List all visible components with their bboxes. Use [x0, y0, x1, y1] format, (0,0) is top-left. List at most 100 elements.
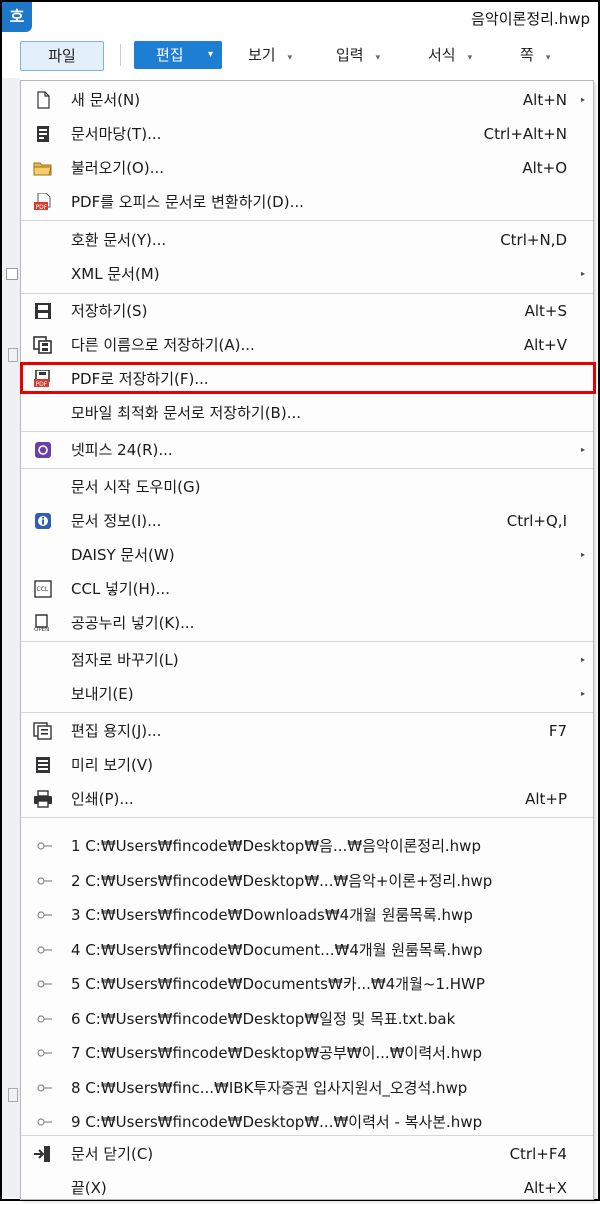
title-bar: 호 음악이론정리.hwp	[2, 2, 598, 32]
ruler-marker	[8, 348, 18, 362]
chevron-down-icon: ▾	[545, 53, 551, 63]
tab-format[interactable]: 서식 ▾	[428, 41, 472, 69]
menu-item-print[interactable]: 인쇄(P)... Alt+P	[21, 782, 593, 816]
recent-file-item[interactable]: 7 C:₩Users₩fincode₩Desktop₩공부₩이...₩이력서.h…	[21, 1036, 593, 1070]
menu-item-label: 새 문서(N)	[71, 91, 141, 109]
page-setup-icon	[33, 722, 52, 740]
recent-file-item[interactable]: 1 C:₩Users₩fincode₩Desktop₩음...₩음악이론정리.h…	[21, 829, 593, 863]
ruler-marker	[6, 268, 18, 280]
menu-item-insert-ccl[interactable]: CCL CCL 넣기(H)...	[21, 572, 593, 606]
recent-file-icon	[37, 1014, 52, 1023]
menu-item-label: CCL 넣기(H)...	[71, 580, 170, 598]
save-as-icon	[33, 336, 52, 354]
recent-file-path: 5 C:₩Users₩fincode₩Documents₩카...₩4개월~1.…	[71, 975, 485, 993]
recent-file-item[interactable]: 8 C:₩Users₩finc...₩IBK투자증권 입사지원서_오경석.hwp	[21, 1071, 593, 1105]
recent-file-item[interactable]: 4 C:₩Users₩fincode₩Document...₩4개월 원룸목록.…	[21, 933, 593, 967]
tab-view[interactable]: 보기 ▾	[248, 41, 292, 69]
tab-insert[interactable]: 입력 ▾	[336, 41, 380, 69]
menu-separator	[21, 712, 593, 713]
menu-item-templates[interactable]: 문서마당(T)... Ctrl+Alt+N	[21, 117, 593, 151]
svg-text:PDF: PDF	[36, 204, 48, 211]
open-license-icon: OPEN	[34, 614, 49, 632]
menu-item-document-wizard[interactable]: 문서 시작 도우미(G)	[21, 470, 593, 504]
recent-file-icon	[37, 876, 52, 885]
close-document-icon	[34, 1146, 50, 1162]
menu-item-preview[interactable]: 미리 보기(V)	[21, 748, 593, 782]
menu-item-label: 모바일 최적화 문서로 저장하기(B)...	[71, 404, 302, 422]
menu-item-label: 보내기(E)	[71, 685, 134, 703]
recent-file-icon	[37, 911, 52, 919]
menu-item-label: 인쇄(P)...	[71, 790, 134, 808]
recent-file-path: 3 C:₩Users₩fincode₩Downloads₩4개월 원룸목록.hw…	[71, 906, 473, 924]
tab-file[interactable]: 파일	[20, 41, 104, 71]
menu-item-open[interactable]: 불러오기(O)... Alt+O	[21, 151, 593, 185]
shortcut-text: Ctrl+F4	[509, 1145, 567, 1163]
menu-item-page-setup[interactable]: 편집 용지(J)... F7	[21, 714, 593, 748]
menu-item-label: PDF를 오피스 문서로 변환하기(D)...	[71, 193, 304, 211]
tab-view-label: 보기	[248, 46, 276, 64]
menu-item-label: 문서 시작 도우미(G)	[71, 478, 201, 496]
menu-item-daisy-document[interactable]: DAISY 문서(W) ▸	[21, 538, 593, 572]
menu-item-label: 호환 문서(Y)...	[71, 231, 167, 249]
chevron-down-icon: ▾	[467, 53, 473, 63]
menu-item-netffice[interactable]: 넷피스 24(R)... ▸	[21, 433, 593, 467]
menu-item-xml-document[interactable]: XML 문서(M) ▸	[21, 257, 593, 291]
shortcut-text: Alt+O	[522, 159, 567, 177]
shortcut-text: Ctrl+Alt+N	[483, 125, 567, 143]
tab-format-label: 서식	[428, 46, 456, 64]
menu-item-label: 넷피스 24(R)...	[71, 441, 173, 459]
print-icon	[34, 790, 52, 808]
menu-item-braille[interactable]: 점자로 바꾸기(L) ▸	[21, 643, 593, 677]
pdf-convert-icon: PDF	[34, 193, 51, 211]
menu-separator	[21, 1135, 593, 1136]
menu-item-label: 끝(X)	[71, 1179, 107, 1197]
recent-file-icon	[37, 1118, 52, 1126]
shortcut-text: Alt+P	[525, 790, 567, 808]
recent-file-item[interactable]: 3 C:₩Users₩fincode₩Downloads₩4개월 원룸목록.hw…	[21, 898, 593, 932]
menu-item-new-document[interactable]: 새 문서(N) Alt+N ▸	[21, 83, 593, 117]
menu-item-label: 다른 이름으로 저장하기(A)...	[71, 336, 255, 354]
recent-file-path: 4 C:₩Users₩fincode₩Document...₩4개월 원룸목록.…	[71, 940, 483, 959]
shortcut-text: Alt+S	[524, 302, 567, 320]
info-icon	[35, 513, 51, 529]
menu-item-label: 문서 닫기(C)	[71, 1145, 154, 1163]
document-ruler	[2, 78, 20, 1198]
document-title: 음악이론정리.hwp	[471, 10, 590, 28]
ccl-icon: CCL	[34, 580, 52, 598]
recent-file-item[interactable]: 6 C:₩Users₩fincode₩Desktop₩일정 및 목표.txt.b…	[21, 1002, 593, 1036]
menu-separator	[21, 468, 593, 469]
hancom-logo-icon[interactable]: 호	[2, 2, 32, 32]
recent-file-item[interactable]: 5 C:₩Users₩fincode₩Documents₩카...₩4개월~1.…	[21, 967, 593, 1001]
recent-file-icon	[37, 1049, 52, 1057]
recent-file-path: 9 C:₩Users₩fincode₩Desktop₩...₩이력서 - 복사본…	[71, 1113, 483, 1131]
menu-item-send[interactable]: 보내기(E) ▸	[21, 677, 593, 711]
tab-insert-label: 입력	[336, 46, 364, 64]
highlight-box	[20, 362, 596, 394]
shortcut-text: F7	[548, 722, 567, 740]
menu-item-label: 미리 보기(V)	[71, 756, 153, 774]
save-icon	[35, 303, 51, 319]
menu-item-label: 문서 정보(I)...	[71, 512, 162, 530]
recent-file-item[interactable]: 9 C:₩Users₩fincode₩Desktop₩...₩이력서 - 복사본…	[21, 1105, 593, 1139]
menu-item-save-mobile[interactable]: 모바일 최적화 문서로 저장하기(B)...	[21, 396, 593, 430]
menu-item-save[interactable]: 저장하기(S) Alt+S	[21, 294, 593, 328]
menu-item-compatible-document[interactable]: 호환 문서(Y)... Ctrl+N,D	[21, 223, 593, 257]
menu-item-save-as[interactable]: 다른 이름으로 저장하기(A)... Alt+V	[21, 328, 593, 362]
recent-file-path: 7 C:₩Users₩fincode₩Desktop₩공부₩이...₩이력서.h…	[71, 1044, 482, 1062]
menu-item-label: 문서마당(T)...	[71, 125, 162, 143]
menu-item-exit[interactable]: 끝(X) Alt+X	[21, 1171, 593, 1205]
menu-item-label: 공공누리 넣기(K)...	[71, 614, 195, 632]
recent-file-icon	[37, 1083, 52, 1092]
submenu-arrow-icon: ▸	[580, 445, 585, 454]
svg-text:OPEN: OPEN	[34, 627, 49, 632]
menu-item-close-document[interactable]: 문서 닫기(C) Ctrl+F4	[21, 1137, 593, 1171]
shortcut-text: Ctrl+N,D	[500, 231, 567, 249]
tab-page[interactable]: 쪽 ▾	[520, 41, 550, 69]
recent-file-item[interactable]: 2 C:₩Users₩fincode₩Desktop₩...₩음악+이론+정리.…	[21, 864, 593, 898]
recent-file-path: 6 C:₩Users₩fincode₩Desktop₩일정 및 목표.txt.b…	[71, 1009, 456, 1028]
menu-item-insert-open-license[interactable]: OPEN 공공누리 넣기(K)...	[21, 606, 593, 640]
menu-item-document-info[interactable]: 문서 정보(I)... Ctrl+Q,I	[21, 504, 593, 538]
tab-edit[interactable]: 편집 ▾	[134, 41, 222, 69]
menu-item-pdf-convert[interactable]: PDF PDF를 오피스 문서로 변환하기(D)...	[21, 185, 593, 219]
menu-item-label: 점자로 바꾸기(L)	[71, 651, 179, 669]
